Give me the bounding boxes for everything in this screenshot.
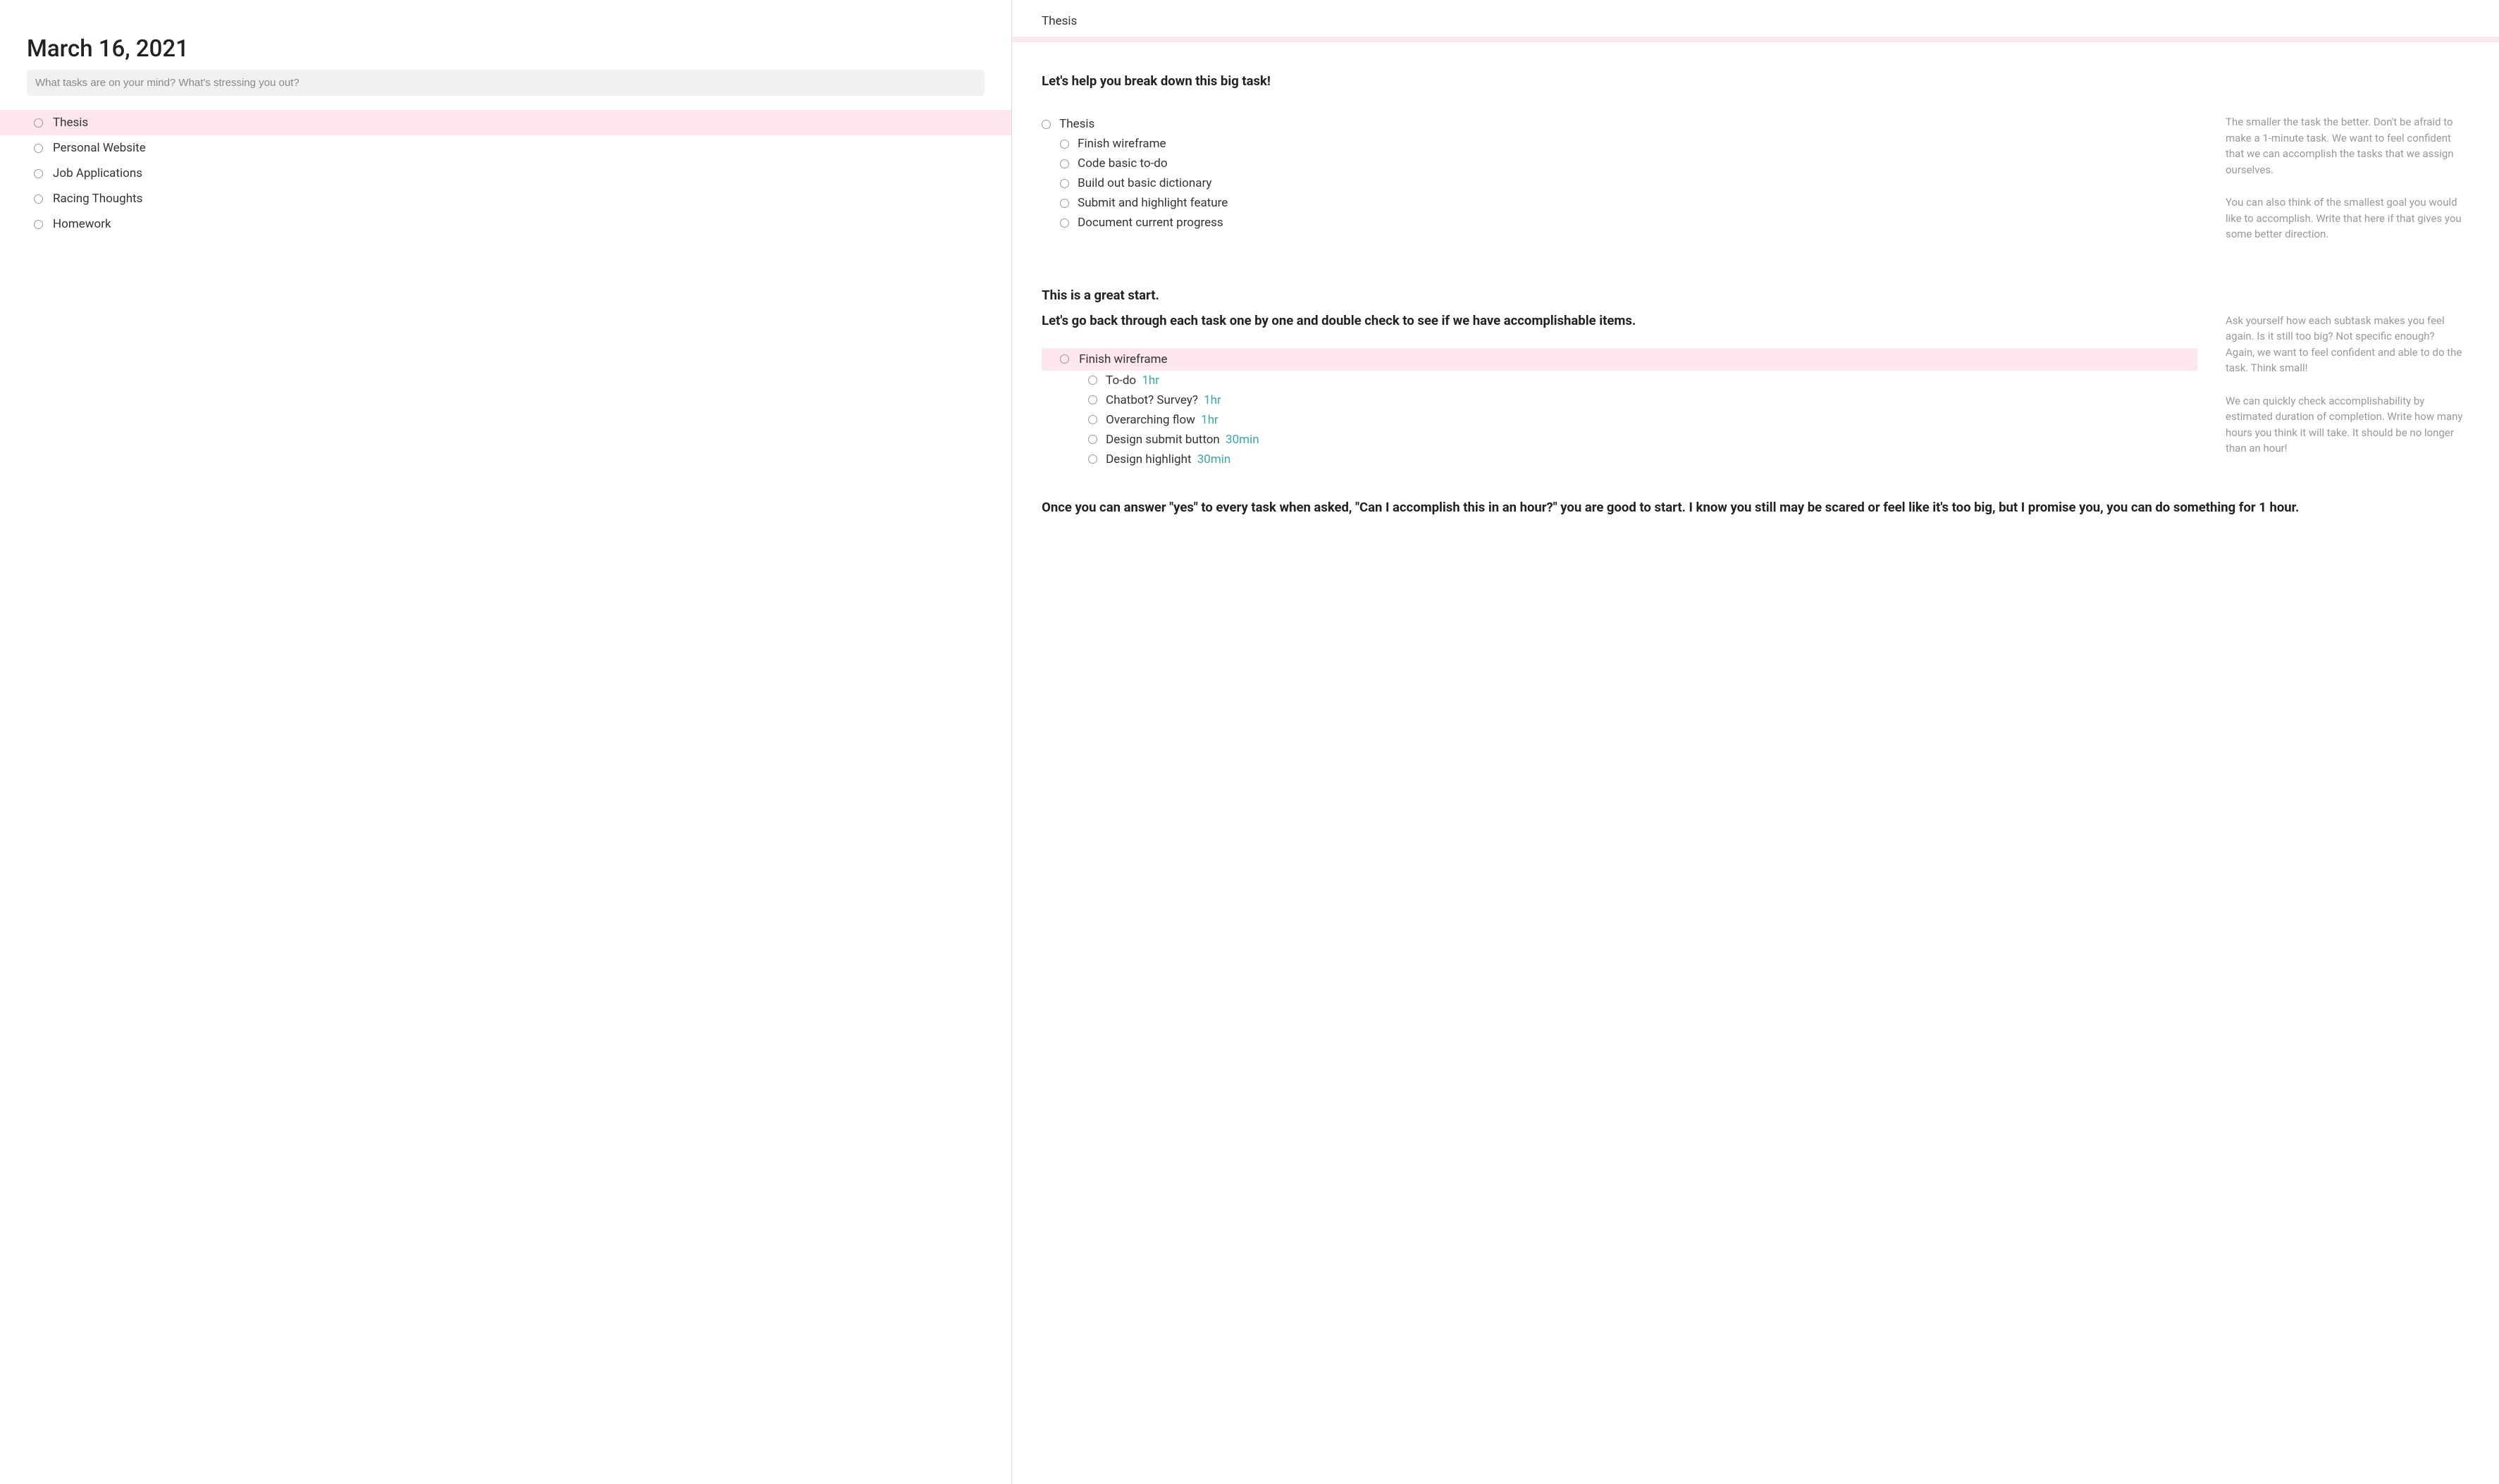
- duration-label: 1hr: [1142, 373, 1159, 388]
- circle-icon[interactable]: [1060, 140, 1069, 149]
- sidebar-task-row[interactable]: Thesis: [0, 110, 1011, 135]
- circle-icon[interactable]: [1088, 415, 1097, 424]
- circle-icon[interactable]: [1088, 395, 1097, 404]
- section2-hint1: Ask yourself how each subtask makes you …: [2226, 313, 2465, 376]
- section2-columns: Let's go back through each task one by o…: [1042, 313, 2465, 474]
- sidebar-task-label: Job Applications: [53, 166, 142, 180]
- section1-subtask-label: Document current progress: [1078, 216, 1223, 230]
- circle-icon[interactable]: [1088, 376, 1097, 385]
- section1-parent-label: Thesis: [1059, 117, 1094, 131]
- section2-left: Let's go back through each task one by o…: [1042, 313, 2197, 474]
- closing-text: Once you can answer "yes" to every task …: [1042, 499, 2465, 517]
- section1-left: Thesis Finish wireframe Code basic to-do B…: [1042, 114, 2197, 259]
- circle-icon[interactable]: [34, 220, 43, 229]
- circle-icon[interactable]: [1060, 159, 1069, 168]
- sidebar-task-list: Thesis Personal Website Job Applications Ra…: [0, 110, 1011, 237]
- duration-label: 1hr: [1204, 393, 1221, 407]
- circle-icon[interactable]: [1088, 435, 1097, 444]
- detail-panel: Thesis Let's help you break down this bi…: [1012, 0, 2499, 1484]
- section1-subtask-row[interactable]: Code basic to-do: [1042, 154, 2197, 173]
- section2-subtask-label: Design highlight 30min: [1106, 452, 1230, 466]
- sidebar-task-label: Personal Website: [53, 141, 146, 155]
- section1-right: The smaller the task the better. Don't b…: [2226, 114, 2465, 259]
- circle-icon[interactable]: [34, 194, 43, 204]
- date-title: March 16, 2021: [0, 35, 1011, 70]
- content-area: Let's help you break down this big task!…: [1012, 42, 2499, 550]
- detail-header: Thesis: [1012, 0, 2499, 37]
- section2-subtask-label: Chatbot? Survey? 1hr: [1106, 393, 1221, 407]
- sidebar-task-row[interactable]: Job Applications: [0, 161, 1011, 186]
- section2-subtask-list: To-do 1hr Chatbot? Survey? 1hr Overarching…: [1042, 371, 2197, 469]
- sidebar-task-row[interactable]: Personal Website: [0, 135, 1011, 161]
- circle-icon[interactable]: [1060, 199, 1069, 208]
- section1-subtask-row[interactable]: Build out basic dictionary: [1042, 173, 2197, 193]
- section2-subtask-row[interactable]: Design submit button 30min: [1042, 430, 2197, 450]
- section2-subtask-row[interactable]: To-do 1hr: [1042, 371, 2197, 390]
- circle-icon[interactable]: [1060, 354, 1069, 364]
- circle-icon[interactable]: [1060, 179, 1069, 188]
- section2-selected-row[interactable]: Finish wireframe: [1042, 348, 2197, 371]
- section1-subtask-list: Finish wireframe Code basic to-do Build ou…: [1042, 134, 2197, 233]
- header-accent-bar: [1012, 37, 2499, 42]
- section1-hint2: You can also think of the smallest goal …: [2226, 194, 2465, 242]
- section2-subtask-label: To-do 1hr: [1106, 373, 1159, 388]
- sidebar: March 16, 2021 Thesis Personal Website Job…: [0, 0, 1012, 1484]
- section1-subtask-label: Submit and highlight feature: [1078, 196, 1228, 210]
- section2-selected-label: Finish wireframe: [1079, 352, 1167, 366]
- circle-icon[interactable]: [1042, 120, 1051, 129]
- sidebar-task-label: Thesis: [53, 116, 88, 130]
- duration-label: 30min: [1197, 452, 1231, 466]
- section1-subtask-row[interactable]: Submit and highlight feature: [1042, 193, 2197, 213]
- section2-subtask-row[interactable]: Design highlight 30min: [1042, 450, 2197, 469]
- sidebar-task-row[interactable]: Homework: [0, 211, 1011, 237]
- circle-icon[interactable]: [34, 169, 43, 178]
- circle-icon[interactable]: [34, 144, 43, 153]
- circle-icon[interactable]: [1088, 455, 1097, 464]
- circle-icon[interactable]: [34, 118, 43, 128]
- section1-subtask-row[interactable]: Finish wireframe: [1042, 134, 2197, 154]
- section1-columns: Thesis Finish wireframe Code basic to-do B…: [1042, 114, 2465, 259]
- section2-subtask-row[interactable]: Chatbot? Survey? 1hr: [1042, 390, 2197, 410]
- section1-parent-row[interactable]: Thesis: [1042, 114, 2197, 134]
- section1-subtask-label: Build out basic dictionary: [1078, 176, 1211, 190]
- task-input[interactable]: [27, 70, 985, 96]
- circle-icon[interactable]: [1060, 218, 1069, 228]
- section1-subtask-label: Code basic to-do: [1078, 156, 1167, 171]
- section2-right: Ask yourself how each subtask makes you …: [2226, 313, 2465, 474]
- section1-subtask-label: Finish wireframe: [1078, 137, 1166, 151]
- duration-label: 1hr: [1201, 413, 1218, 427]
- sidebar-task-row[interactable]: Racing Thoughts: [0, 186, 1011, 211]
- input-wrapper: [0, 70, 1011, 110]
- section1-subtask-row[interactable]: Document current progress: [1042, 213, 2197, 233]
- section2-hint2: We can quickly check accomplishability b…: [2226, 393, 2465, 457]
- sidebar-task-label: Homework: [53, 217, 111, 231]
- section1-heading: Let's help you break down this big task!: [1042, 73, 2465, 89]
- section2-subtask-label: Overarching flow 1hr: [1106, 413, 1218, 427]
- section2-heading1: This is a great start.: [1042, 287, 2465, 303]
- section2-subtask-row[interactable]: Overarching flow 1hr: [1042, 410, 2197, 430]
- section2-subtask-label: Design submit button 30min: [1106, 433, 1259, 447]
- duration-label: 30min: [1226, 433, 1259, 447]
- sidebar-task-label: Racing Thoughts: [53, 192, 142, 206]
- section1-hint1: The smaller the task the better. Don't b…: [2226, 114, 2465, 178]
- section2-heading2: Let's go back through each task one by o…: [1042, 313, 2197, 328]
